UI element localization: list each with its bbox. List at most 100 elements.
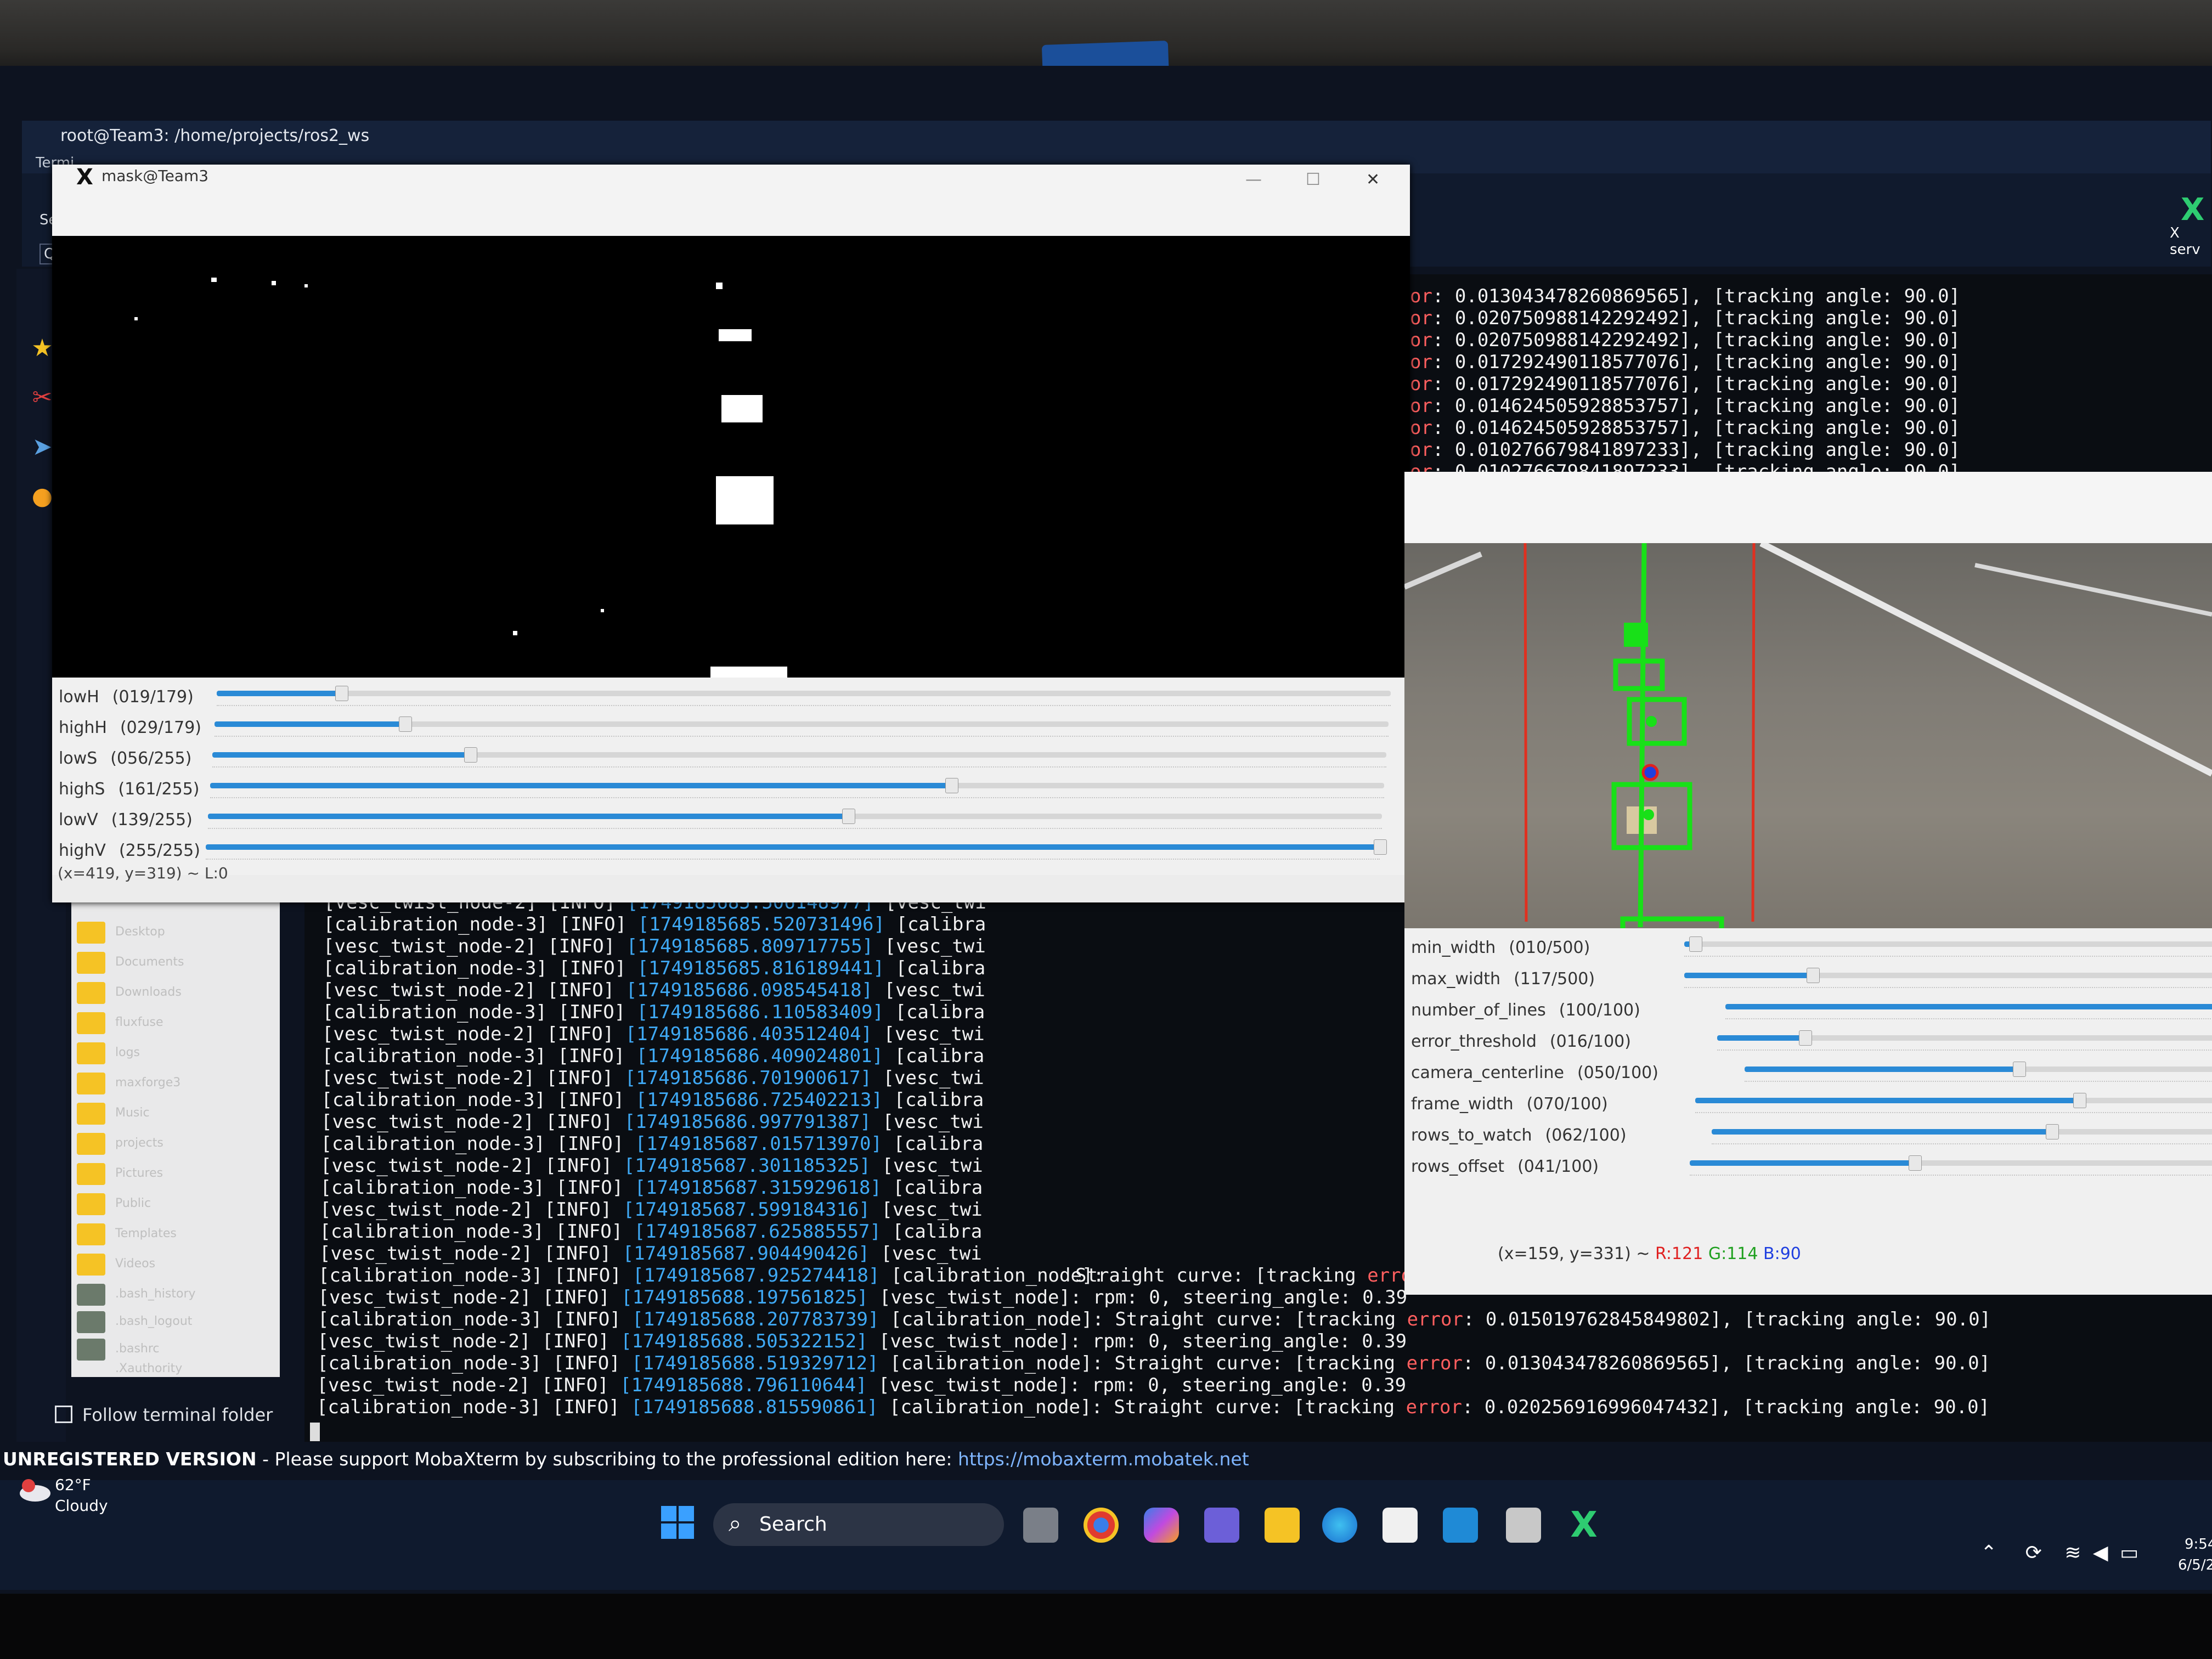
wifi-icon[interactable]: ≋ (2064, 1542, 2081, 1564)
search-label: Search (759, 1513, 827, 1536)
slider-ticks (1690, 1164, 2212, 1176)
file-item[interactable]: Pictures (115, 1166, 163, 1180)
file-item[interactable]: fluxfuse (115, 1015, 163, 1029)
tracking-box (1620, 916, 1724, 928)
terminal-line: or: 0.017292490118577076], [tracking ang… (1410, 373, 1960, 395)
slider-name: lowV (59, 810, 98, 830)
slider-ticks (1684, 945, 2212, 957)
store-icon[interactable] (1383, 1508, 1418, 1543)
file-item[interactable]: Public (115, 1197, 151, 1210)
copilot-icon[interactable] (1144, 1508, 1179, 1543)
unregistered-banner: UNREGISTERED VERSION - Please support Mo… (0, 1442, 2212, 1480)
log-prefix: [calibration_node-3] [INFO] (317, 1352, 632, 1374)
clock-date[interactable]: 6/5/2 (2178, 1557, 2212, 1573)
log-timestamp: [1749185688.815590861] (631, 1396, 878, 1418)
log-message: [vesc_twi (872, 1067, 984, 1089)
terminal-line: [vesc_twist_node-2] [INFO] [1749185688.1… (318, 1286, 1408, 1308)
windows-start-icon[interactable] (661, 1506, 694, 1539)
maximize-button[interactable]: ☐ (1306, 170, 1321, 189)
terminal-cursor (310, 1423, 320, 1441)
edge-icon[interactable] (1322, 1508, 1357, 1543)
mobaxterm-link[interactable]: https://mobaxterm.mobatek.net (958, 1448, 1249, 1470)
xserver-icon[interactable]: X (2181, 192, 2204, 228)
tracking-window[interactable]: min_width (010/500) max_width (117/500) numb… (1404, 472, 2212, 1295)
slider-ticks (1695, 1101, 2212, 1113)
slider-row-lowV: lowV (139/255) (52, 806, 1410, 837)
file-item[interactable]: .bash_logout (115, 1314, 192, 1328)
terminal-line: [vesc_twist_node-2] [INFO] [1749185687.9… (319, 1243, 982, 1265)
xserver-taskbar-icon[interactable]: X (1566, 1508, 1601, 1543)
folder-icon (77, 1163, 105, 1185)
terminal-line: [calibration_node-3] [INFO] [1749185687.… (321, 1133, 984, 1155)
mask-window-titlebar[interactable]: X mask@Team3 — ☐ ✕ (52, 165, 1410, 236)
file-explorer-icon[interactable] (1265, 1508, 1300, 1543)
file-item[interactable]: .Xauthority (115, 1362, 182, 1375)
log-tail: : 0.015019762845849802], [tracking angle… (1463, 1308, 1991, 1330)
tracking-window-titlebar[interactable] (1404, 472, 2212, 543)
log-message: [calibra (883, 1045, 985, 1067)
log-prefix: [calibration_node-3] [INFO] (320, 1133, 635, 1155)
file-item[interactable]: Music (115, 1106, 150, 1120)
taskbar-search-box[interactable]: ⌕ Search (713, 1503, 1004, 1546)
terminal-line: [vesc_twist_node-2] [INFO] [1749185688.7… (317, 1374, 1407, 1396)
chevron-up-icon[interactable]: ⌃ (1980, 1542, 1997, 1564)
slider-name: lowS (59, 749, 98, 768)
terminal-line: or: 0.014624505928853757], [tracking ang… (1410, 395, 1960, 417)
log-prefix: [calibration_node-3] [INFO] (319, 1221, 634, 1243)
task-view-icon[interactable] (1023, 1508, 1058, 1543)
mask-blob (134, 317, 138, 320)
terminal-line: or: 0.013043478260869565], [tracking ang… (1410, 285, 1960, 307)
follow-terminal-folder-checkbox[interactable]: Follow terminal folder (55, 1404, 273, 1425)
file-item[interactable]: Desktop (115, 925, 165, 939)
terminal-line: [calibration_node-3] [INFO] [1749185686.… (323, 1001, 985, 1023)
slider-ticks (210, 786, 1384, 798)
tracking-point (1643, 809, 1654, 820)
status-r: R:121 (1655, 1244, 1703, 1263)
log-timestamp: [1749185687.625885557] (634, 1221, 881, 1243)
file-item[interactable]: Templates (115, 1227, 177, 1240)
log-error-word: or (1410, 417, 1432, 439)
terminal-line: [calibration_node-3] [INFO] [1749185686.… (321, 1089, 984, 1111)
file-item[interactable]: .bash_history (115, 1287, 196, 1301)
minimize-button[interactable]: — (1245, 170, 1262, 189)
vscode-icon[interactable] (1443, 1508, 1478, 1543)
terminal-line: or: 0.014624505928853757], [tracking ang… (1410, 417, 1960, 439)
battery-icon[interactable]: ▭ (2120, 1542, 2138, 1564)
teams-icon[interactable] (1204, 1508, 1239, 1543)
file-item[interactable]: .bashrc (115, 1342, 160, 1356)
tracking-overlay (1404, 543, 2212, 928)
checkbox-box[interactable] (55, 1406, 72, 1423)
bound-line-right (1751, 543, 1756, 922)
log-prefix: [calibration_node-3] [INFO] (323, 957, 637, 979)
mobaxterm-icon[interactable] (1506, 1508, 1541, 1543)
file-item[interactable]: Videos (115, 1257, 155, 1271)
mask-window[interactable]: X mask@Team3 — ☐ ✕ lowH (019/179) highH (02… (52, 165, 1410, 902)
terminal-pane-upper-right: or: 0.013043478260869565], [tracking ang… (1410, 277, 2212, 483)
file-item[interactable]: Documents (115, 955, 184, 969)
weather-cloud-icon[interactable] (16, 1476, 52, 1503)
slider-value: (056/255) (110, 749, 192, 768)
log-timestamp: [1749185688.519329712] (631, 1352, 879, 1374)
file-item[interactable]: maxforge3 (115, 1076, 180, 1090)
clock-time[interactable]: 9:54 (2185, 1536, 2212, 1553)
slider-label: error_threshold (016/100) (1411, 1032, 1631, 1051)
log-tail: : 0.020750988142292492], [tracking angle… (1432, 307, 1961, 329)
log-tail: : 0.017292490118577076], [tracking angle… (1432, 373, 1961, 395)
log-message: [vesc_twi (871, 1111, 984, 1133)
log-timestamp: [1749185688.505322152] (620, 1330, 868, 1352)
log-error-word: error (1406, 1352, 1463, 1374)
chrome-icon[interactable] (1084, 1508, 1119, 1543)
close-button[interactable]: ✕ (1366, 170, 1380, 189)
file-item[interactable]: projects (115, 1136, 163, 1150)
slider-value: (161/255) (118, 780, 200, 799)
log-prefix: [vesc_twist_node-2] [INFO] (318, 1286, 622, 1308)
slider-label: highH (029/179) (59, 718, 201, 737)
tracking-box (1624, 623, 1648, 647)
file-item[interactable]: logs (115, 1046, 140, 1059)
file-item[interactable]: Downloads (115, 985, 182, 999)
slider-value: (139/255) (111, 810, 193, 830)
sync-icon[interactable]: ⟳ (2025, 1542, 2042, 1564)
volume-icon[interactable]: ◀ (2093, 1542, 2108, 1564)
slider-name: error_threshold (1411, 1032, 1537, 1051)
log-prefix: [calibration_node-3] [INFO] (321, 1045, 636, 1067)
